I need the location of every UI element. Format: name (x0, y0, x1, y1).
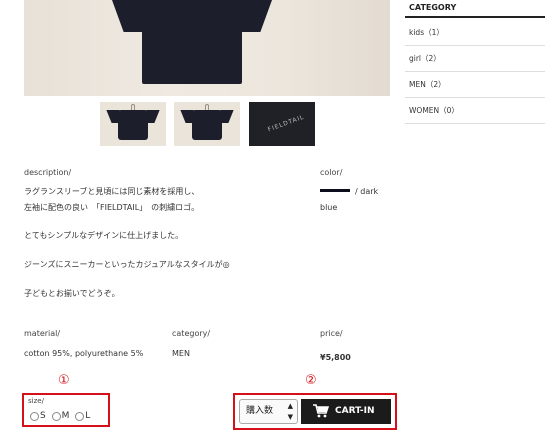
quantity-select[interactable]: 購入数 ▲ ▼ (239, 399, 298, 424)
color-swatch (320, 189, 350, 192)
select-arrows-icon: ▲ ▼ (287, 402, 293, 421)
size-selector-highlight: size/ S M L (22, 393, 110, 427)
description-line-1: ラグランスリーブと見頃には同じ素材を採用し、 (24, 187, 200, 196)
material-label: material/ (24, 329, 61, 338)
material-value: cotton 95%, polyurethane 5% (24, 349, 144, 358)
size-l-radio[interactable] (75, 411, 85, 421)
cart-in-button[interactable]: CART-IN (301, 399, 391, 424)
sidebar-item-girl[interactable]: girl（2） (405, 46, 545, 72)
size-l-label: L (85, 411, 91, 421)
price-label: price/ (320, 329, 343, 338)
size-s-label: S (40, 411, 46, 421)
description-label: description/ (24, 168, 72, 177)
color-value: / dark (355, 187, 379, 196)
size-options: S M L (30, 411, 90, 422)
annotation-marker-2: ② (305, 373, 317, 388)
category-label: category/ (172, 329, 211, 338)
quantity-label: 購入数 (246, 406, 274, 416)
thumbnail-logo: FIELDTAIL (266, 113, 306, 134)
sidebar-item-women[interactable]: WOMEN（0） (405, 98, 545, 124)
annotation-marker-1: ① (58, 373, 70, 388)
cart-in-label: CART-IN (335, 406, 375, 416)
tshirt-photo (142, 0, 242, 84)
description-line-4: ジーンズにスニーカーといったカジュアルなスタイルが◎ (24, 260, 230, 269)
cart-icon (313, 404, 329, 418)
description-line-2: 左袖に配色の良い 「FIELDTAIL」 の刺繍ロゴ。 (24, 203, 200, 212)
sidebar-item-kids[interactable]: kids（1） (405, 20, 545, 46)
description-line-3: とてもシンプルなデザインに仕上げました。 (24, 231, 184, 240)
size-label: size/ (28, 397, 44, 405)
product-thumbnail-1[interactable] (100, 102, 166, 146)
category-value: MEN (172, 349, 190, 358)
product-thumbnail-3[interactable]: FIELDTAIL (249, 102, 315, 146)
description-line-5: 子どもとお揃いでどうぞ。 (24, 289, 120, 298)
product-thumbnail-2[interactable] (174, 102, 240, 146)
sidebar-category-title: CATEGORY (405, 0, 545, 18)
color-label: color/ (320, 168, 343, 177)
price-value: ¥5,800 (320, 353, 351, 362)
sidebar-item-men[interactable]: MEN（2） (405, 72, 545, 98)
product-main-image (24, 0, 390, 96)
size-m-label: M (61, 411, 70, 421)
cart-area-highlight: 購入数 ▲ ▼ CART-IN (233, 393, 397, 430)
size-m-radio[interactable] (51, 411, 61, 421)
size-s-radio[interactable] (30, 411, 39, 421)
color-value-continued: blue (320, 203, 338, 212)
